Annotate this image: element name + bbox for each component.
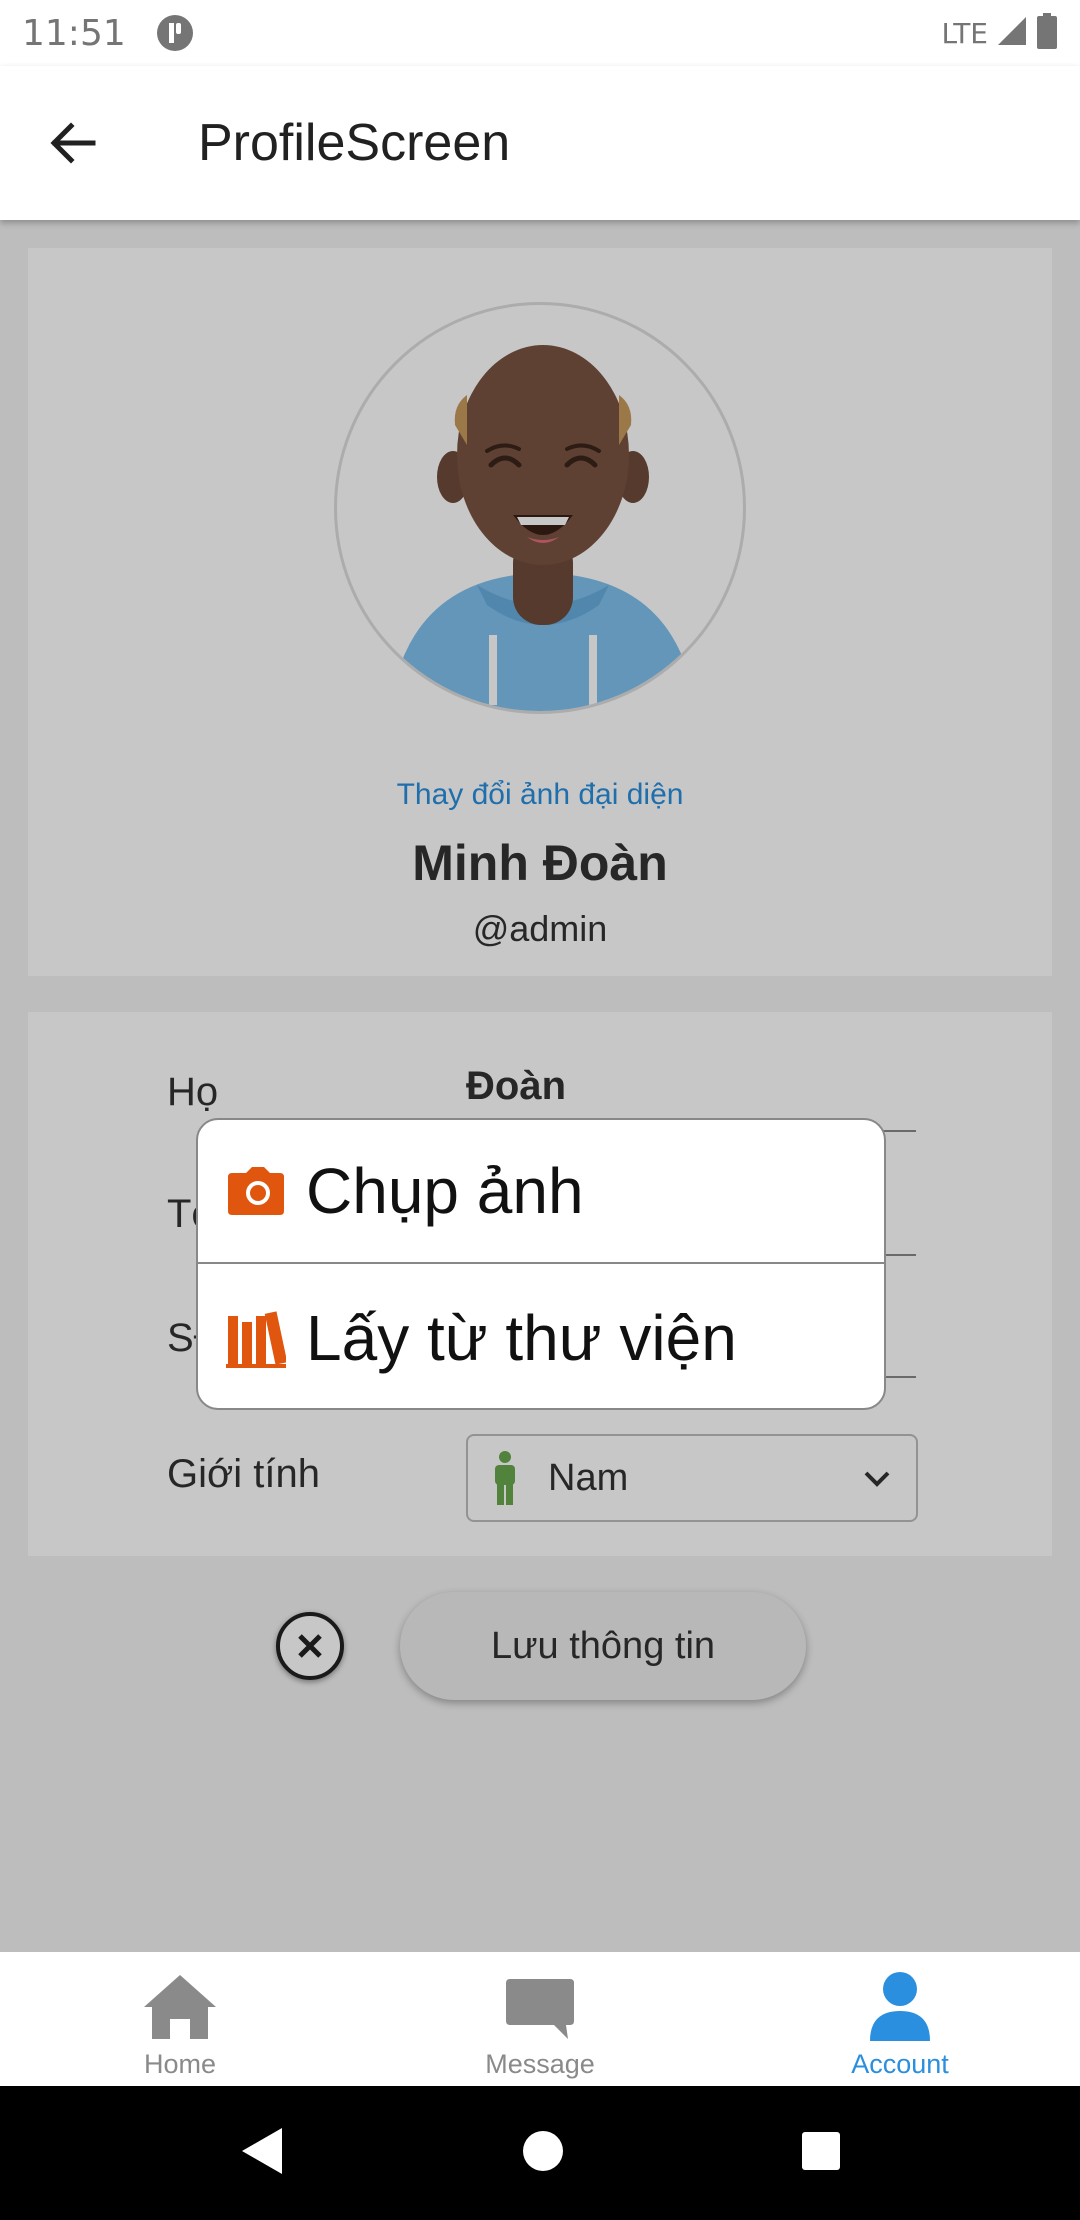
back-button[interactable] bbox=[22, 93, 122, 193]
choose-from-library-option[interactable]: Lấy từ thư viện bbox=[198, 1266, 884, 1408]
nav-account-label: Account bbox=[851, 2049, 949, 2079]
take-photo-label: Chụp ảnh bbox=[306, 1155, 584, 1227]
status-indicators: LTE bbox=[941, 12, 1058, 54]
app-bar: ProfileScreen bbox=[0, 66, 1080, 220]
nav-home-label: Home bbox=[143, 2049, 217, 2079]
status-time: 11:51 bbox=[22, 12, 126, 54]
page-title: ProfileScreen bbox=[198, 114, 511, 172]
status-bar: 11:51 LTE bbox=[0, 0, 1080, 66]
nav-home[interactable]: Home bbox=[0, 1952, 360, 2086]
square-recents-icon bbox=[802, 2131, 841, 2170]
choose-from-library-label: Lấy từ thư viện bbox=[306, 1302, 737, 1374]
modal-backdrop[interactable] bbox=[0, 220, 1080, 1952]
circle-home-icon bbox=[522, 2130, 563, 2171]
library-icon bbox=[226, 1308, 288, 1368]
triangle-back-icon bbox=[241, 2127, 282, 2174]
system-navigation-bar bbox=[0, 2086, 1080, 2220]
camera-icon bbox=[226, 1161, 286, 1221]
signal-icon bbox=[996, 15, 1028, 52]
system-back-button[interactable] bbox=[238, 2126, 286, 2181]
nav-message[interactable]: Message bbox=[360, 1952, 720, 2086]
system-home-button[interactable] bbox=[521, 2129, 565, 2178]
bottom-navigation: Home Message Account bbox=[0, 1952, 1080, 2086]
message-icon bbox=[506, 1979, 574, 2039]
take-photo-option[interactable]: Chụp ảnh bbox=[198, 1120, 884, 1264]
account-icon bbox=[870, 1972, 930, 2041]
nav-account[interactable]: Account bbox=[720, 1952, 1080, 2086]
image-source-menu: Chụp ảnh Lấy từ thư viện bbox=[196, 1118, 886, 1410]
notification-app-icon bbox=[156, 14, 194, 52]
network-type: LTE bbox=[941, 16, 988, 50]
nav-message-label: Message bbox=[485, 2049, 595, 2079]
arrow-left-icon bbox=[50, 122, 96, 164]
home-icon bbox=[144, 1975, 216, 2039]
system-recents-button[interactable] bbox=[800, 2130, 842, 2177]
battery-icon bbox=[1036, 12, 1058, 54]
